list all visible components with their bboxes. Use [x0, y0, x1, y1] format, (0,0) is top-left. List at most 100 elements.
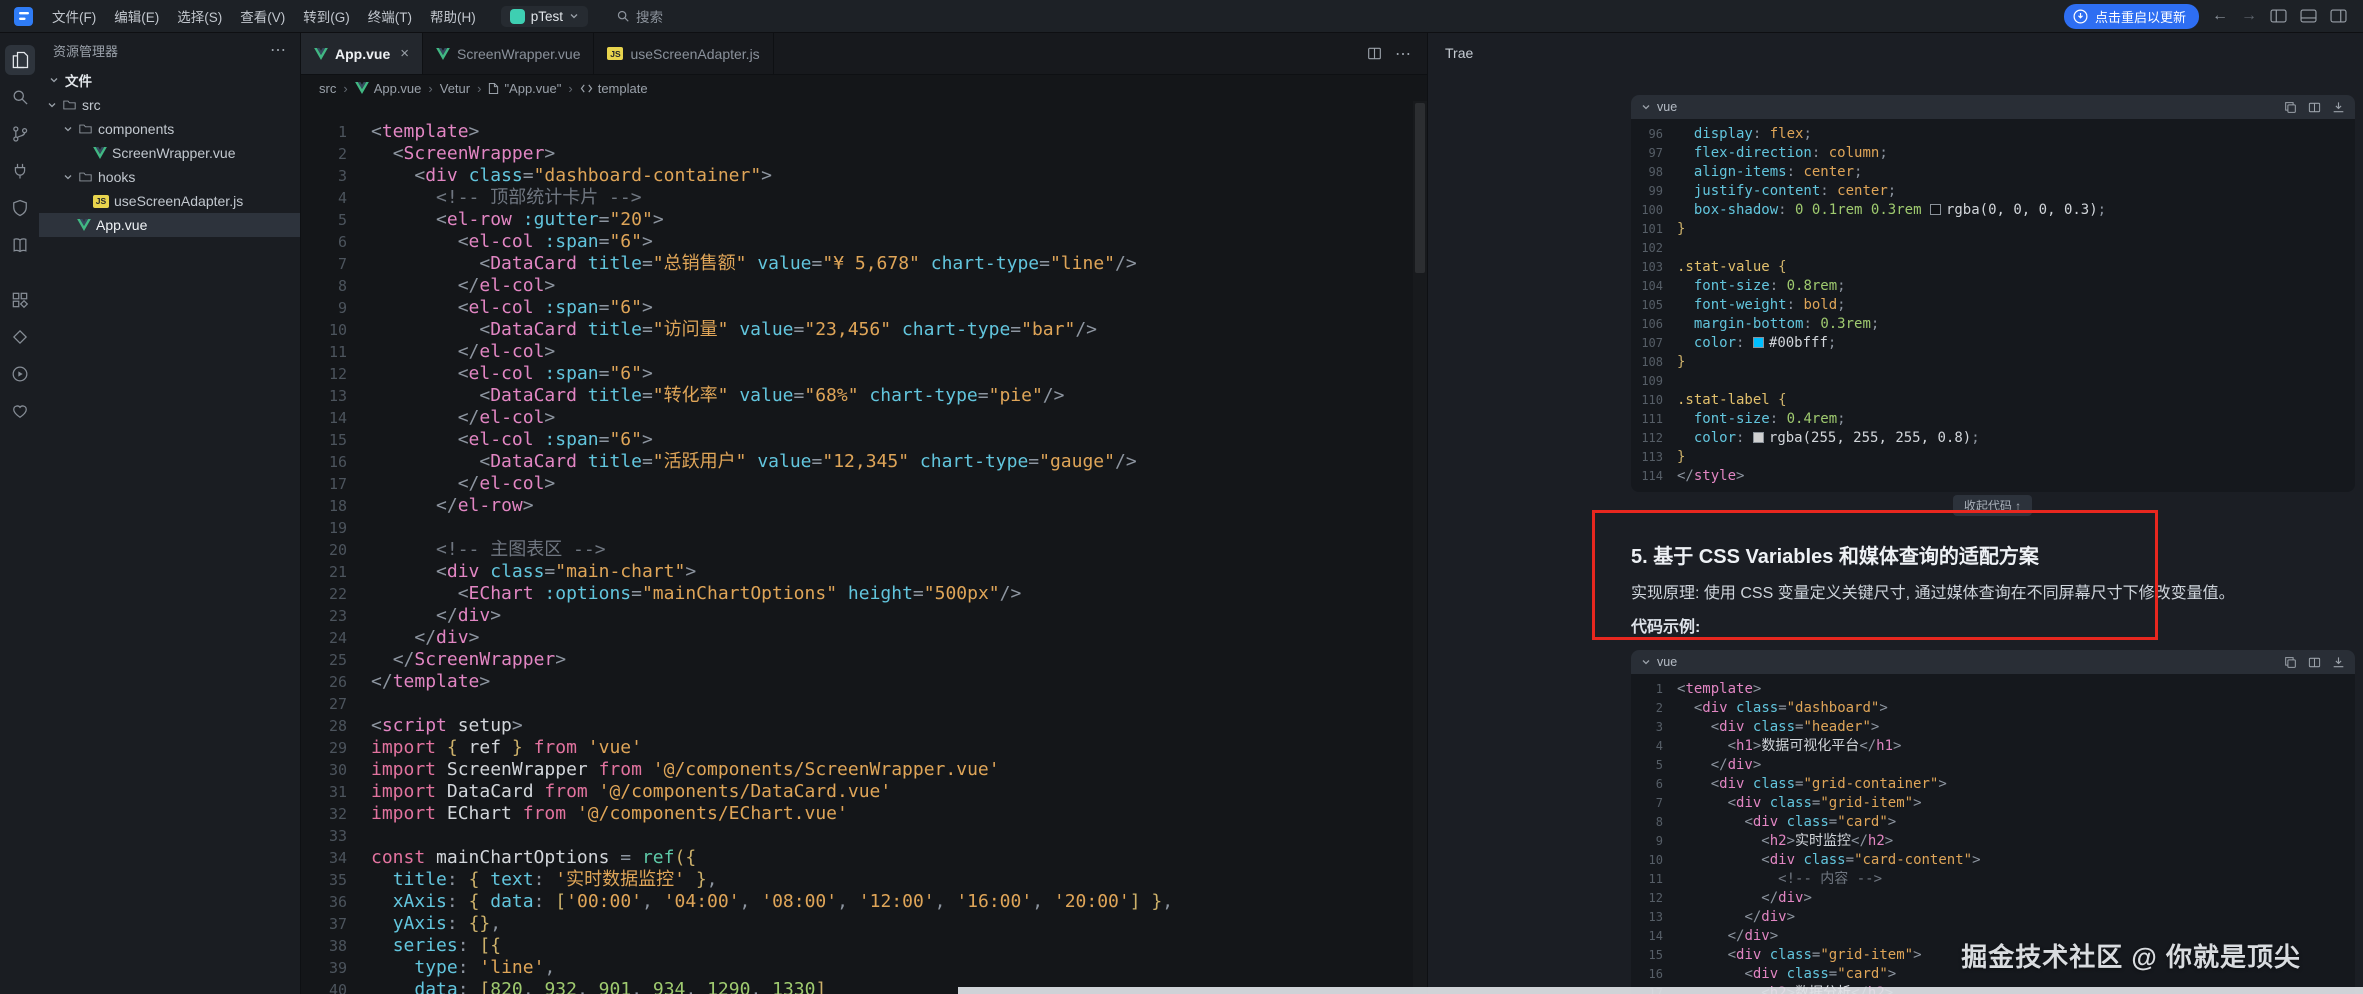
- code-line: 114</style>: [1631, 467, 2355, 486]
- folder-icon: [78, 122, 93, 136]
- chevron-down-icon[interactable]: [1641, 102, 1651, 112]
- code-block-actions: [2284, 656, 2345, 669]
- scrollbar-thumb[interactable]: [1415, 103, 1425, 273]
- chevron-down-icon[interactable]: [1641, 657, 1651, 667]
- code-text: import { ref } from 'vue': [349, 737, 1427, 759]
- docs-icon[interactable]: [5, 230, 35, 260]
- code-text: <el-col :span="6">: [349, 429, 1427, 451]
- code-line: 6 <el-col :span="6">: [301, 231, 1427, 253]
- code-text: <!-- 主图表区 -->: [349, 539, 1427, 561]
- tree-item-src[interactable]: src: [39, 93, 300, 117]
- code-line: 2 <div class="dashboard">: [1631, 699, 2355, 718]
- close-icon[interactable]: ×: [400, 45, 409, 62]
- search-label: 搜索: [636, 6, 663, 26]
- breadcrumb-item[interactable]: template: [580, 81, 648, 96]
- line-number: 12: [301, 363, 349, 385]
- code-block-header: vue: [1631, 95, 2355, 119]
- run-icon[interactable]: [5, 359, 35, 389]
- source-control-icon[interactable]: [5, 119, 35, 149]
- code-text: const mainChartOptions = ref({: [349, 847, 1427, 869]
- code-line: 18 </el-row>: [301, 495, 1427, 517]
- code-line: 13 <DataCard title="转化率" value="68%" cha…: [301, 385, 1427, 407]
- main-area: 资源管理器 ⋯ 文件 srccomponentsScreenWrapper.vu…: [0, 33, 2363, 994]
- breadcrumb-item[interactable]: "App.vue": [488, 81, 561, 96]
- tree-item-usescreenadapter-js[interactable]: JSuseScreenAdapter.js: [39, 189, 300, 213]
- code-line: 110.stat-label {: [1631, 391, 2355, 410]
- code-text: </el-col>: [349, 275, 1427, 297]
- code-line: 2 <ScreenWrapper>: [301, 143, 1427, 165]
- menu-item-e[interactable]: 编辑(E): [105, 0, 168, 32]
- tree-item-hooks[interactable]: hooks: [39, 165, 300, 189]
- collapse-code-button[interactable]: 收起代码 ↑: [1953, 495, 2032, 516]
- global-search-button[interactable]: 搜索: [616, 6, 663, 26]
- marketplace-icon[interactable]: [5, 322, 35, 352]
- line-number: 108: [1631, 353, 1665, 372]
- file-name: src: [82, 97, 101, 113]
- code-text: font-weight: bold;: [1665, 296, 2355, 315]
- code-text: </el-row>: [349, 495, 1427, 517]
- code-text: <div class="main-chart">: [349, 561, 1427, 583]
- code-text: </el-col>: [349, 341, 1427, 363]
- js-file-icon: JS: [93, 195, 109, 208]
- line-number: 23: [301, 605, 349, 627]
- files-section-header[interactable]: 文件: [39, 67, 300, 93]
- tab-screenwrapper-vue[interactable]: ScreenWrapper.vue: [423, 33, 594, 74]
- forward-button[interactable]: →: [2241, 8, 2257, 24]
- sidebar-header: 资源管理器 ⋯: [39, 33, 300, 67]
- tab-usescreenadapter-js[interactable]: JSuseScreenAdapter.js: [594, 33, 773, 74]
- breadcrumb-item[interactable]: App.vue: [355, 81, 422, 96]
- code-text: </style>: [1665, 467, 2355, 486]
- tree-item-app-vue[interactable]: App.vue: [39, 213, 300, 237]
- editor-scrollbar[interactable]: [1413, 101, 1427, 994]
- code-editor[interactable]: 1<template>2 <ScreenWrapper>3 <div class…: [301, 101, 1427, 994]
- horizontal-scrollbar[interactable]: [958, 987, 2363, 994]
- more-actions-icon[interactable]: ⋯: [270, 40, 286, 60]
- download-icon[interactable]: [2332, 656, 2345, 669]
- app-logo-icon[interactable]: [14, 7, 33, 26]
- explorer-icon[interactable]: [5, 45, 35, 75]
- tree-item-screenwrapper-vue[interactable]: ScreenWrapper.vue: [39, 141, 300, 165]
- code-block-header: vue: [1631, 650, 2355, 674]
- toggle-panel-icon[interactable]: [2300, 9, 2317, 23]
- line-number: 31: [301, 781, 349, 803]
- copy-icon[interactable]: [2284, 656, 2297, 669]
- menu-item-f[interactable]: 文件(F): [43, 0, 105, 32]
- more-actions-icon[interactable]: ⋯: [1395, 44, 1411, 64]
- tab-app-vue[interactable]: App.vue×: [301, 33, 423, 74]
- line-number: 15: [301, 429, 349, 451]
- project-selector[interactable]: pTest: [501, 6, 588, 27]
- code-text: <div class="grid-container">: [1665, 775, 2355, 794]
- menu-item-s[interactable]: 选择(S): [168, 0, 231, 32]
- toggle-secondary-sidebar-icon[interactable]: [2330, 9, 2347, 23]
- code-text: <EChart :options="mainChartOptions" heig…: [349, 583, 1427, 605]
- menu-item-v[interactable]: 查看(V): [231, 0, 294, 32]
- split-editor-icon[interactable]: [1367, 46, 1382, 61]
- code-block-body: 96 display: flex;97 flex-direction: colu…: [1631, 119, 2355, 492]
- section-principle: 实现原理: 使用 CSS 变量定义关键尺寸, 通过媒体查询在不同屏幕尺寸下修改变…: [1631, 582, 2355, 605]
- code-language-label: vue: [1657, 655, 1677, 669]
- search-icon[interactable]: [5, 82, 35, 112]
- community-icon[interactable]: [5, 396, 35, 426]
- tree-item-components[interactable]: components: [39, 117, 300, 141]
- restart-update-button[interactable]: 点击重启以更新: [2064, 4, 2199, 29]
- menu-item-t[interactable]: 终端(T): [359, 0, 421, 32]
- breadcrumb-item[interactable]: Vetur: [440, 81, 470, 96]
- toggle-sidebar-icon[interactable]: [2270, 9, 2287, 23]
- code-line: 36 xAxis: { data: ['00:00', '04:00', '08…: [301, 891, 1427, 913]
- remote-icon[interactable]: [5, 156, 35, 186]
- extensions-icon[interactable]: [5, 285, 35, 315]
- code-line: 28<script setup>: [301, 715, 1427, 737]
- columns-icon[interactable]: [2308, 656, 2321, 669]
- menu-item-g[interactable]: 转到(G): [294, 0, 359, 32]
- breadcrumb-item[interactable]: src: [319, 81, 336, 96]
- back-button[interactable]: ←: [2212, 8, 2228, 24]
- columns-icon[interactable]: [2308, 101, 2321, 114]
- menu-item-h[interactable]: 帮助(H): [421, 0, 485, 32]
- line-number: 106: [1631, 315, 1665, 334]
- line-number: 3: [301, 165, 349, 187]
- copy-icon[interactable]: [2284, 101, 2297, 114]
- code-text: <el-col :span="6">: [349, 297, 1427, 319]
- security-icon[interactable]: [5, 193, 35, 223]
- download-icon[interactable]: [2332, 101, 2345, 114]
- ide-window: 文件(F)编辑(E)选择(S)查看(V)转到(G)终端(T)帮助(H) pTes…: [0, 0, 2363, 994]
